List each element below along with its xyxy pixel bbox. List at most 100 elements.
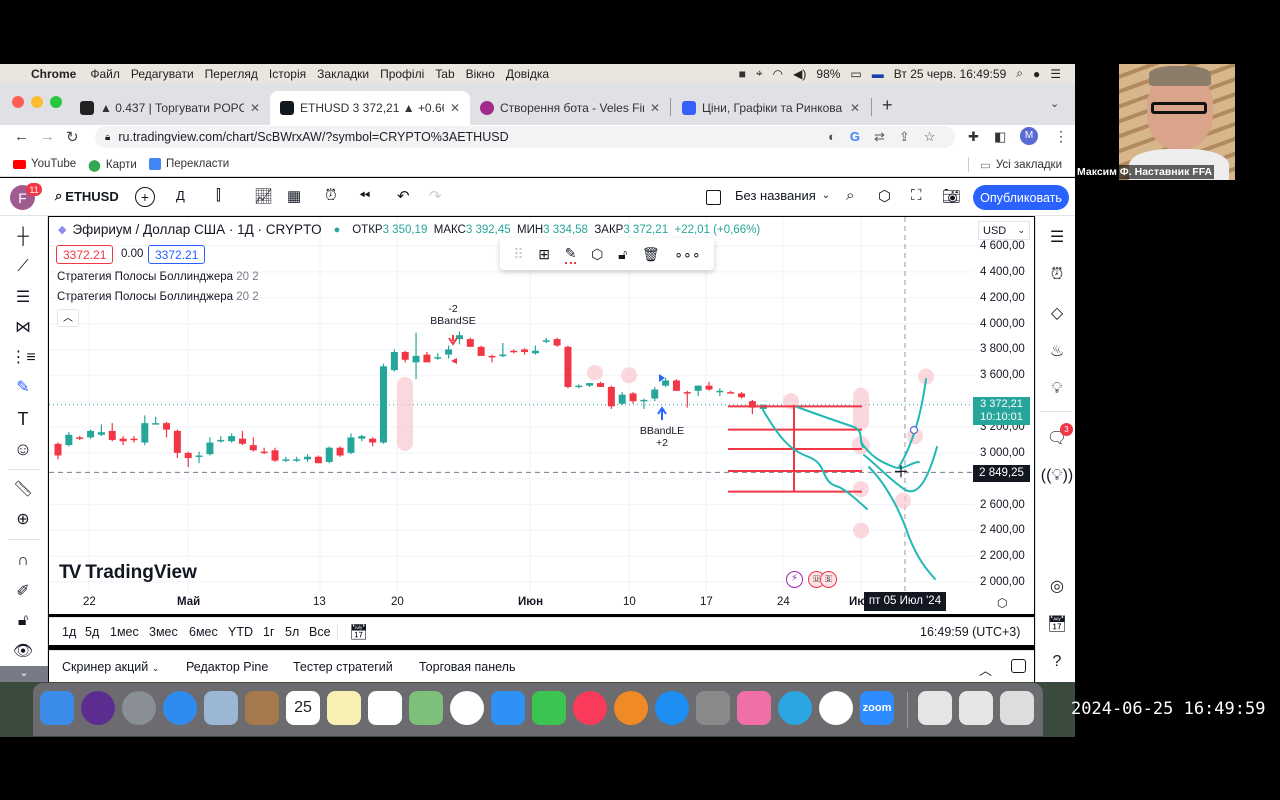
dock-facetime-icon[interactable] (532, 691, 566, 725)
range-1y[interactable]: 1г (263, 625, 275, 639)
zoom-in-tool-icon[interactable]: ⊕ (10, 506, 36, 532)
settings-icon[interactable]: ⬡ (878, 187, 891, 205)
zoom-participant-video[interactable] (1119, 64, 1235, 180)
menu-window[interactable]: Вікно (466, 67, 495, 81)
candle[interactable] (314, 455, 322, 464)
dock-zoom-icon[interactable]: zoom (860, 691, 894, 725)
dock-safari-icon[interactable] (163, 691, 197, 725)
tab-popcat[interactable]: ▲ 0.437 | Торгувати POPCAT ✕ (70, 91, 270, 125)
candle[interactable] (238, 430, 246, 446)
publish-button[interactable]: Опубликовать (973, 185, 1069, 210)
text-tool-icon[interactable]: T (10, 406, 36, 432)
tab-pine-editor[interactable]: Редактор Pine (186, 660, 268, 674)
fullscreen-icon[interactable]: ⛶ (911, 187, 922, 204)
candle[interactable] (369, 437, 377, 447)
tab-veles[interactable]: Створення бота - Veles Finan ✕ (470, 91, 670, 125)
replay-icon[interactable]: ⏪︎ (359, 187, 370, 204)
tradingview-logo[interactable]: TV TradingView (59, 562, 197, 584)
dock-downloads-icon[interactable] (918, 691, 952, 725)
undo-icon[interactable]: ↶ (397, 187, 410, 205)
back-button[interactable]: ← (14, 128, 29, 145)
candle[interactable] (553, 337, 561, 347)
candle[interactable] (54, 442, 62, 460)
tab-trading-panel[interactable]: Торговая панель (419, 660, 515, 674)
menu-history[interactable]: Історія (269, 67, 306, 81)
tab-search-chevron-icon[interactable]: ⌄ (1050, 97, 1059, 110)
menu-profiles[interactable]: Профілі (380, 67, 424, 81)
candle[interactable] (531, 345, 539, 355)
menu-view[interactable]: Перегляд (205, 67, 258, 81)
bookmark-star-icon[interactable]: ☆ (924, 129, 936, 145)
siri-icon[interactable]: ● (1033, 67, 1040, 81)
maximize-panel-icon[interactable] (1011, 659, 1026, 673)
layout-checkbox[interactable] (706, 190, 721, 205)
dock-system-preferences-icon[interactable] (696, 691, 730, 725)
collapse-legend-chevron-icon[interactable]: ︿ (57, 309, 79, 327)
add-to-favorites-icon[interactable]: ⊞ (538, 246, 550, 263)
forecast-tool-icon[interactable]: ⋮≡ (10, 344, 36, 370)
help-icon[interactable]: ? (1044, 649, 1070, 675)
minimize-window-button[interactable] (31, 96, 43, 108)
brush-tool-icon[interactable]: ✎ (10, 374, 36, 400)
candle[interactable] (445, 345, 453, 359)
dock-contacts-icon[interactable] (245, 691, 279, 725)
settings-hex-icon[interactable]: ⬡ (591, 246, 603, 263)
candle[interactable] (412, 332, 420, 380)
candle[interactable] (347, 433, 355, 455)
menubar-clock[interactable]: Вт 25 черв. 16:49:59 (894, 67, 1006, 81)
candle[interactable] (510, 349, 518, 354)
emoji-tool-icon[interactable]: ☺ (10, 436, 36, 462)
dock-finder-icon[interactable] (40, 691, 74, 725)
spotlight-icon[interactable]: ⌕ (1016, 66, 1023, 81)
candle[interactable] (542, 337, 550, 343)
range-3m[interactable]: 3мес (149, 625, 178, 639)
compare-symbol-button[interactable]: + (135, 187, 155, 207)
quick-search-icon[interactable]: ⌕ (846, 187, 854, 204)
candle[interactable] (455, 331, 463, 345)
watchlist-icon[interactable]: ☰ (1044, 224, 1070, 250)
brush-color-icon[interactable]: ✎ (564, 245, 577, 264)
redo-icon[interactable]: ↷ (429, 187, 442, 205)
candle[interactable] (651, 386, 659, 402)
candle[interactable] (293, 456, 301, 462)
profile-avatar[interactable]: M (1020, 127, 1038, 145)
dock-launchpad-icon[interactable] (122, 691, 156, 725)
wifi-icon[interactable]: ◠ (773, 67, 783, 81)
close-window-button[interactable] (12, 96, 24, 108)
translate-icon[interactable]: ⇄ (874, 129, 885, 145)
candle[interactable] (727, 390, 735, 394)
pattern-tool-icon[interactable]: ⋈ (10, 314, 36, 340)
candle[interactable] (488, 354, 496, 363)
bookmark-maps[interactable]: ⬤ Карти (88, 158, 137, 172)
candle[interactable] (325, 446, 333, 464)
candle[interactable] (184, 451, 192, 468)
side-panel-icon[interactable]: ◧ (994, 129, 1006, 145)
range-1d[interactable]: 1д (62, 625, 76, 639)
candle[interactable] (640, 398, 648, 409)
candle[interactable] (607, 385, 615, 409)
indicator-legend-1[interactable]: Стратегия Полосы Боллинджера 20 2 (57, 271, 259, 283)
dock-trash-icon[interactable] (1000, 691, 1034, 725)
bookmark-youtube[interactable]: YouTube (13, 158, 76, 170)
crosshair-tool-icon[interactable]: ┼ (10, 224, 36, 250)
event-lightning-icon[interactable]: ⚡︎ (786, 571, 803, 588)
lock-drawing-icon[interactable]: ✐ (10, 578, 36, 604)
chart-settings-icon[interactable]: ⬡ (997, 596, 1007, 610)
candle[interactable] (152, 416, 160, 425)
ruler-tool-icon[interactable]: 📏︎ (10, 476, 36, 502)
range-1m[interactable]: 1мес (110, 625, 139, 639)
candle[interactable] (380, 363, 387, 444)
candle[interactable] (336, 446, 344, 457)
expand-panel-chevron-icon[interactable]: ︿ (979, 660, 992, 679)
menu-help[interactable]: Довідка (506, 67, 549, 81)
dock-notes-icon[interactable] (327, 691, 361, 725)
candle[interactable] (662, 377, 670, 387)
tab-ethusd[interactable]: ETHUSD 3 372,21 ▲ +0.66% Б ✕ (270, 91, 470, 125)
candle[interactable] (672, 379, 680, 391)
layout-name-dropdown[interactable]: Без названия ⌄ (735, 188, 830, 203)
candle[interactable] (206, 437, 214, 456)
range-5d[interactable]: 5д (85, 625, 99, 639)
calendar-icon[interactable]: 📅︎ (1044, 611, 1070, 637)
share-icon[interactable]: ⇪ (899, 129, 910, 145)
candle[interactable] (271, 447, 279, 462)
